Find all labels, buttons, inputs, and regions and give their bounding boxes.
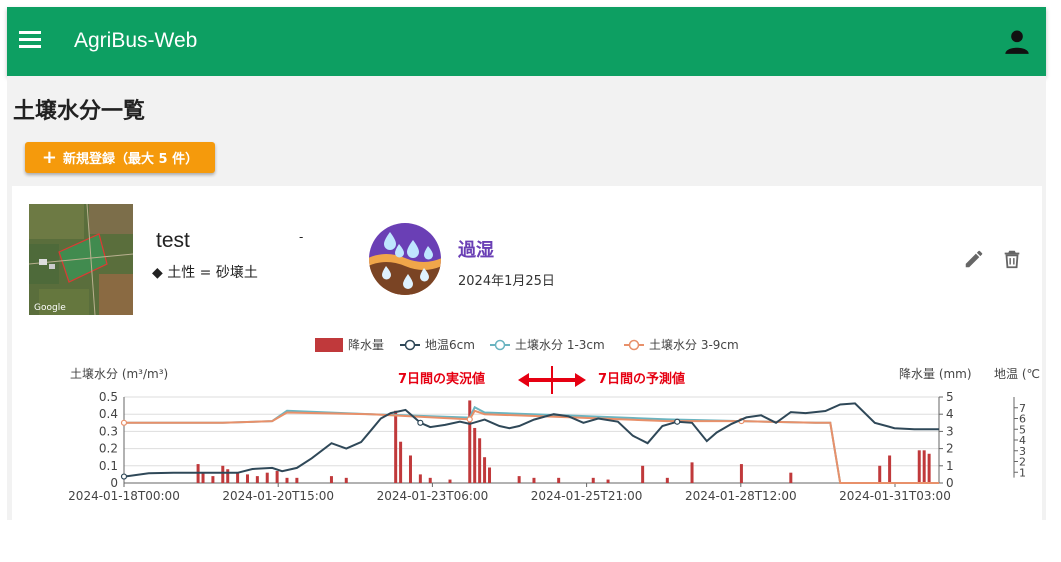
page-title: 土壌水分一覧 — [13, 99, 146, 124]
rain-bar — [483, 457, 487, 483]
y-right-tick-label: 3 — [946, 424, 954, 438]
rain-bar — [211, 476, 215, 483]
moisture-3-9-line-marker — [466, 416, 473, 423]
rain-bar — [329, 476, 333, 483]
rain-bar — [468, 400, 472, 483]
rain-bar — [690, 462, 694, 483]
account-icon[interactable] — [1003, 27, 1031, 55]
legend-moisture-1-3-label: 土壌水分 1-3cm — [515, 338, 605, 352]
rain-bar — [557, 477, 561, 483]
y-right-tick-label: 5 — [946, 390, 954, 404]
app-bar: AgriBus-Web — [7, 7, 1046, 76]
rain-bar — [665, 477, 669, 483]
y-left-tick-label: 0 — [110, 476, 118, 490]
rain-bar — [226, 469, 230, 483]
legend-moisture-3-9-marker — [628, 339, 640, 351]
rain-bar — [478, 438, 482, 483]
rain-bar — [255, 476, 259, 483]
moisture-1-3-line — [124, 405, 939, 484]
x-tick-label: 2024-01-20T15:00 — [222, 489, 334, 503]
rain-bar — [532, 477, 536, 483]
annotation-arrow-right — [575, 373, 586, 387]
y-far-right-title: 地温 (℃ — [994, 367, 1040, 381]
y-left-tick-label: 0.3 — [99, 424, 118, 438]
rain-bar — [917, 450, 921, 483]
rain-bar — [428, 477, 432, 483]
legend-moisture-1-3-marker — [494, 339, 506, 351]
annotation-actual: 7日間の実況値 — [398, 371, 485, 387]
soil-moisture-chart: 00.10.20.30.40.501234512345672024-01-18T… — [68, 338, 1040, 503]
rain-bar — [927, 453, 931, 483]
y-left-tick-label: 0.1 — [99, 459, 118, 473]
legend-swatch-rain — [315, 338, 343, 352]
rain-bar — [245, 474, 249, 483]
plus-icon: + — [41, 146, 57, 168]
menu-icon[interactable] — [19, 31, 41, 51]
x-tick-label: 2024-01-23T06:00 — [377, 489, 489, 503]
y-right-tick-label: 2 — [946, 442, 954, 456]
rain-bar — [739, 464, 743, 483]
rain-bar — [275, 470, 279, 483]
soil-temp-line-marker — [674, 418, 681, 425]
rain-bar — [473, 427, 477, 483]
rain-bar — [888, 455, 892, 483]
soil-temp-line-marker — [417, 419, 424, 426]
rain-bar — [878, 465, 882, 483]
rain-bar — [285, 477, 289, 483]
x-tick-label: 2024-01-31T03:00 — [839, 489, 951, 503]
rain-bar — [641, 465, 645, 483]
rain-bar — [236, 472, 240, 483]
moisture-3-9-line-marker — [120, 419, 128, 426]
legend-moisture-3-9-label: 土壌水分 3-9cm — [649, 338, 739, 352]
y-far-right-tick-label: 7 — [1019, 402, 1026, 415]
add-new-button-label: 新規登録（最大 5 件） — [62, 152, 199, 167]
rain-bar — [399, 441, 403, 483]
y-left-tick-label: 0.4 — [99, 407, 118, 421]
x-tick-label: 2024-01-18T00:00 — [68, 489, 180, 503]
main-content: 土壌水分一覧 + 新規登録（最大 5 件） Google test - ◆ 土性… — [7, 76, 1046, 520]
rain-bar — [265, 472, 269, 483]
y-right-tick-label: 1 — [946, 459, 954, 473]
rain-bar — [295, 477, 299, 483]
x-tick-label: 2024-01-25T21:00 — [531, 489, 643, 503]
rain-bar — [789, 472, 793, 483]
y-right-tick-label: 4 — [946, 407, 954, 421]
legend-label-rain: 降水量 — [348, 338, 384, 352]
soil-temp-line-marker — [120, 473, 128, 480]
annotation-arrow-left — [518, 373, 529, 387]
legend-soil-temp-label: 地温6cm — [425, 338, 475, 352]
rain-bar — [221, 465, 225, 483]
field-card: Google test - ◆ 土性 = 砂壌土 過湿 2024年1月25日 0… — [12, 186, 1042, 520]
rain-bar — [591, 477, 595, 483]
rain-bar — [418, 474, 422, 483]
rain-bar — [344, 477, 348, 483]
rain-bar — [922, 450, 926, 483]
rain-bar — [394, 410, 398, 483]
add-new-button[interactable]: + 新規登録（最大 5 件） — [25, 142, 215, 173]
app-title: AgriBus-Web — [74, 29, 198, 52]
y-right-title: 降水量 (mm) — [899, 367, 972, 381]
rain-bar — [201, 472, 205, 483]
rain-bar — [606, 479, 610, 483]
y-left-tick-label: 0.2 — [99, 442, 118, 456]
rain-bar — [488, 467, 492, 483]
rain-bar — [517, 476, 521, 483]
rain-bar — [408, 455, 412, 483]
legend-soil-temp-marker — [404, 339, 416, 351]
y-right-tick-label: 0 — [946, 476, 954, 490]
y-left-tick-label: 0.5 — [99, 390, 118, 404]
y-left-title: 土壌水分 (m³/m³) — [70, 367, 168, 381]
annotation-forecast: 7日間の予測値 — [598, 371, 685, 387]
rain-bar — [448, 479, 452, 483]
x-tick-label: 2024-01-28T12:00 — [685, 489, 797, 503]
